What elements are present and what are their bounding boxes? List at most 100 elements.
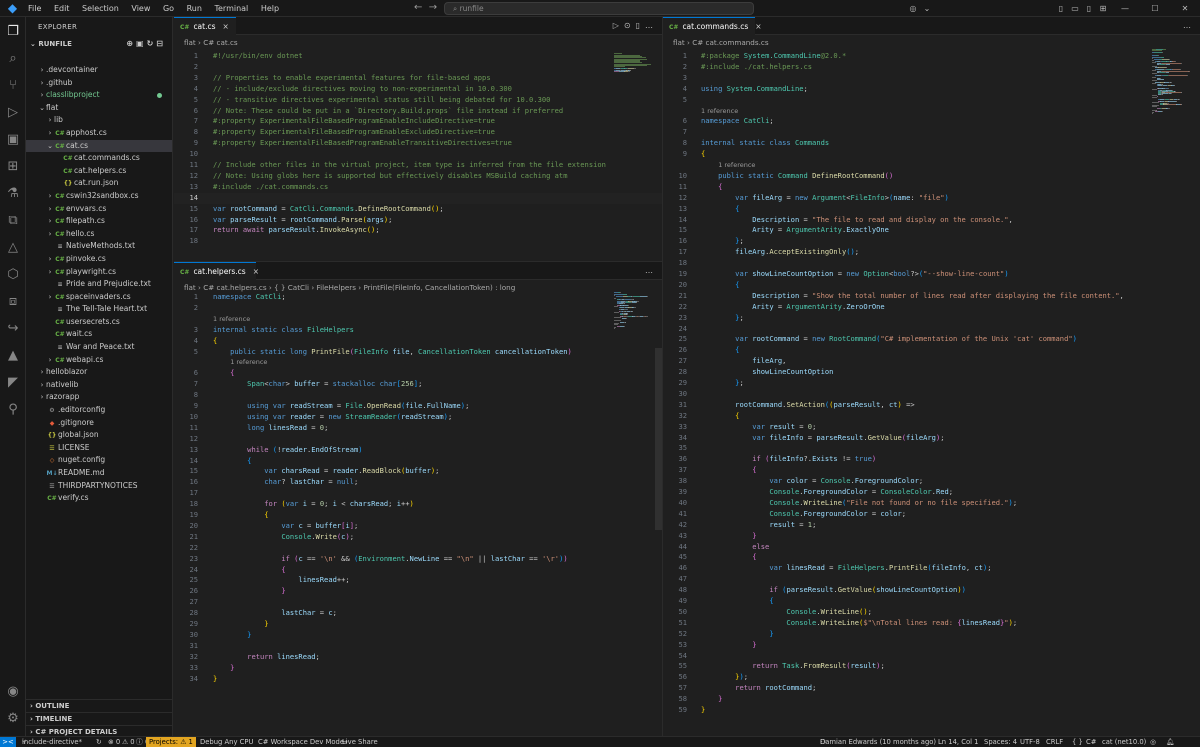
code-line[interactable]: 5 // - transitive directives experimental… xyxy=(174,95,662,106)
code-line[interactable]: 34} xyxy=(174,674,662,685)
maximize-icon[interactable]: ☐ xyxy=(1140,4,1170,13)
customize-layout-icon[interactable]: ⊞ xyxy=(1096,4,1110,13)
menu-selection[interactable]: Selection xyxy=(77,4,124,13)
breadcrumb[interactable]: flat › C# cat.commands.cs xyxy=(663,35,769,51)
code-line[interactable]: 18 for (var i = 0; i < charsRead; i++) xyxy=(174,499,662,510)
code-line[interactable]: 5 public static long PrintFile(FileInfo … xyxy=(174,347,662,358)
python-icon[interactable]: ⚲ xyxy=(4,401,22,419)
code-lens-references[interactable]: 1 reference xyxy=(701,106,738,117)
code-line[interactable]: 46 var linesRead = FileHelpers.PrintFile… xyxy=(663,563,1200,574)
tree-item[interactable]: ◆ .gitignore xyxy=(26,417,172,430)
code-line[interactable]: 31 xyxy=(174,641,662,652)
warning-icon[interactable]: △ xyxy=(4,239,22,257)
toggle-sidebar-icon[interactable]: ▯ xyxy=(1054,4,1068,13)
code-line[interactable]: 24 xyxy=(663,324,1200,335)
run-debug-icon[interactable]: ▷ xyxy=(4,104,22,122)
code-line[interactable]: 8 #:property ExperimentalFileBasedProgram… xyxy=(174,127,662,138)
tree-item[interactable]: › .devcontainer xyxy=(26,64,172,77)
code-line[interactable]: 30 } xyxy=(174,630,662,641)
tree-item[interactable]: ≡ War and Peace.txt xyxy=(26,341,172,354)
code-line[interactable]: 6 // Note: These could be put in a `Direc… xyxy=(174,106,662,117)
code-line[interactable]: 3 internal static class FileHelpers xyxy=(174,325,662,336)
more-actions-icon[interactable]: … xyxy=(1183,21,1196,30)
split-editor-icon[interactable]: ▯ xyxy=(636,21,645,30)
code-line[interactable]: 35 xyxy=(663,443,1200,454)
code-line[interactable]: 10💡︎ using var reader = new StreamReader… xyxy=(174,412,662,423)
toggle-panel-icon[interactable]: ▭ xyxy=(1068,4,1082,13)
code-line[interactable]: 16 char? lastChar = null; xyxy=(174,477,662,488)
warning-count[interactable]: ⚠ 0 xyxy=(122,737,135,747)
code-line[interactable]: 15 var charsRead = reader.ReadBlock(buff… xyxy=(174,466,662,477)
code-line[interactable]: 4 using System.CommandLine; xyxy=(663,84,1200,95)
tree-item[interactable]: › C#spaceinvaders.cs xyxy=(26,291,172,304)
code-line[interactable]: 56 }); xyxy=(663,672,1200,683)
code-line[interactable]: 18 xyxy=(174,236,662,247)
tree-item[interactable]: ⚙ .editorconfig xyxy=(26,404,172,417)
code-line[interactable]: 2 xyxy=(174,62,662,73)
code-line[interactable]: 47 xyxy=(663,574,1200,585)
indentation[interactable]: Spaces: 4 xyxy=(984,737,1017,747)
more-actions-icon[interactable]: … xyxy=(645,21,658,30)
tree-item[interactable]: › C#playwright.cs xyxy=(26,266,172,279)
code-line[interactable]: 15 var rootCommand = CatCli.Commands.Defi… xyxy=(174,204,662,215)
code-line[interactable]: 13 while (!reader.EndOfStream) xyxy=(174,445,662,456)
more-actions-icon[interactable]: … xyxy=(645,266,658,275)
code-line[interactable]: 12 var fileArg = new Argument<FileInfo>(… xyxy=(663,193,1200,204)
tab-cat-helpers-cs[interactable]: C# cat.helpers.cs × xyxy=(174,262,259,280)
code-line[interactable]: 51 Console.WriteLine($"\nTotal lines rea… xyxy=(663,618,1200,629)
tree-item[interactable]: › C#apphost.cs xyxy=(26,127,172,140)
code-line[interactable]: 41 Console.ForegroundColor = color; xyxy=(663,509,1200,520)
close-tab-icon[interactable]: × xyxy=(253,267,259,276)
tree-item[interactable]: C#usersecrets.cs xyxy=(26,316,172,329)
database-icon[interactable]: ⧈ xyxy=(4,293,22,311)
outline-section[interactable]: › OUTLINE xyxy=(26,699,172,712)
code-line[interactable]: 26 } xyxy=(174,586,662,597)
code-line[interactable]: 23 if (c == '\n' && (Environment.NewLine… xyxy=(174,554,662,565)
projects-status[interactable]: Projects: ⚠ 1 xyxy=(146,737,196,747)
code-line[interactable]: 20 { xyxy=(663,280,1200,291)
code-line[interactable]: 9{ xyxy=(663,149,1200,160)
tree-item[interactable]: ◇ nuget.config xyxy=(26,454,172,467)
refresh-icon[interactable]: ↻ xyxy=(147,39,157,48)
code-line[interactable]: 28 showLineCountOption xyxy=(663,367,1200,378)
minimap[interactable] xyxy=(1152,49,1190,114)
tree-item[interactable]: ≡ NativeMethods.txt xyxy=(26,240,172,253)
minimap[interactable] xyxy=(614,53,652,99)
code-line[interactable]: 25 var rootCommand = new RootCommand("C#… xyxy=(663,334,1200,345)
tree-item[interactable]: C#cat.helpers.cs xyxy=(26,165,172,178)
code-line[interactable]: 6 namespace CatCli; xyxy=(663,116,1200,127)
code-line[interactable]: 57 return rootCommand; xyxy=(663,683,1200,694)
code-line[interactable]: 50 Console.WriteLine(); xyxy=(663,607,1200,618)
code-line[interactable]: 31 rootCommand.SetAction((parseResult, c… xyxy=(663,400,1200,411)
workspace-dev-mode[interactable]: C# Workspace Dev Mode xyxy=(258,737,344,747)
code-line[interactable]: 58 } xyxy=(663,694,1200,705)
testing-icon[interactable]: ⚗ xyxy=(4,185,22,203)
code-line[interactable]: 8 xyxy=(174,390,662,401)
containers-icon[interactable]: ⬡ xyxy=(4,266,22,284)
code-line[interactable]: 33 var result = 0; xyxy=(663,422,1200,433)
code-line[interactable]: 23 }; xyxy=(663,313,1200,324)
error-count[interactable]: ⊗ 0 xyxy=(108,737,120,747)
tree-item[interactable]: ≡ The Tell-Tale Heart.txt xyxy=(26,303,172,316)
timeline-section[interactable]: › TIMELINE xyxy=(26,712,172,725)
code-line[interactable]: 19 var showLineCountOption = new Option<… xyxy=(663,269,1200,280)
code-line[interactable]: 45 { xyxy=(663,552,1200,563)
tree-item[interactable]: ☰ LICENSE xyxy=(26,442,172,455)
language-mode[interactable]: C# xyxy=(1086,737,1096,747)
vertical-scrollbar[interactable] xyxy=(655,348,662,530)
code-line[interactable]: 17 fileArg.AcceptExistingOnly(); xyxy=(663,247,1200,258)
source-control-icon[interactable]: ⑂ xyxy=(4,77,22,95)
close-tab-icon[interactable]: × xyxy=(755,22,761,31)
code-line[interactable]: 7 xyxy=(663,127,1200,138)
tree-item[interactable]: › C#envvars.cs xyxy=(26,203,172,216)
code-line[interactable]: 10 public static Command DefineRootComma… xyxy=(663,171,1200,182)
code-line[interactable]: 5 xyxy=(663,95,1200,106)
code-line[interactable]: 37 { xyxy=(663,465,1200,476)
chevron-down-icon[interactable]: ⌄ xyxy=(920,4,934,13)
gear-icon[interactable]: ⚙ xyxy=(4,710,22,728)
close-icon[interactable]: ✕ xyxy=(1170,4,1200,13)
code-line[interactable]: 28 lastChar = c; xyxy=(174,608,662,619)
code-line[interactable]: 55 return Task.FromResult(result); xyxy=(663,661,1200,672)
code-line[interactable]: 26 { xyxy=(663,345,1200,356)
tree-item[interactable]: › C#filepath.cs xyxy=(26,215,172,228)
